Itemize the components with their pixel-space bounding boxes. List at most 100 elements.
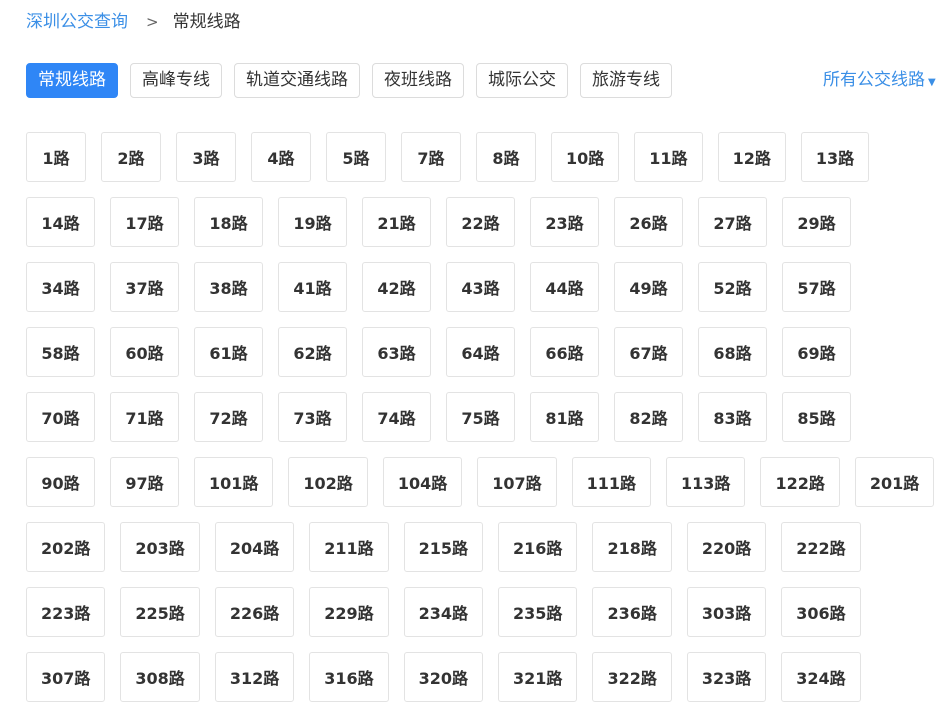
route-button[interactable]: 72路 <box>194 392 263 442</box>
route-button[interactable]: 3路 <box>176 132 236 182</box>
route-button[interactable]: 201路 <box>854 457 935 507</box>
breadcrumb-current: 常规线路 <box>172 12 241 32</box>
route-button[interactable]: 37路 <box>110 262 179 312</box>
route-button[interactable]: 323路 <box>686 652 767 702</box>
route-button[interactable]: 17路 <box>110 197 179 247</box>
route-button[interactable]: 26路 <box>614 197 683 247</box>
route-button[interactable]: 44路 <box>530 262 599 312</box>
chevron-down-icon: ▼ <box>928 77 936 88</box>
tab-tourist-lines[interactable]: 旅游专线 <box>580 63 672 98</box>
route-button[interactable]: 70路 <box>26 392 95 442</box>
route-row: 34路 37路 38路 41路 42路 43路 44路 49路 52路 57路 <box>26 262 936 312</box>
route-button[interactable]: 113路 <box>666 457 746 507</box>
route-button[interactable]: 122路 <box>760 457 840 507</box>
route-button[interactable]: 5路 <box>326 132 386 182</box>
tab-rail-lines[interactable]: 轨道交通线路 <box>234 63 360 98</box>
tab-peak-lines[interactable]: 高峰专线 <box>130 63 222 98</box>
route-button[interactable]: 1路 <box>26 132 86 182</box>
route-button[interactable]: 203路 <box>120 522 200 572</box>
route-button[interactable]: 75路 <box>446 392 515 442</box>
route-button[interactable]: 229路 <box>309 587 389 637</box>
route-button[interactable]: 57路 <box>782 262 851 312</box>
tab-night-lines[interactable]: 夜班线路 <box>372 63 464 98</box>
route-button[interactable]: 83路 <box>698 392 767 442</box>
route-button[interactable]: 303路 <box>686 587 767 637</box>
route-button[interactable]: 67路 <box>614 327 683 377</box>
route-button[interactable]: 4路 <box>251 132 311 182</box>
route-button[interactable]: 38路 <box>194 262 263 312</box>
route-button[interactable]: 222路 <box>781 522 861 572</box>
route-button[interactable]: 69路 <box>782 327 851 377</box>
route-button[interactable]: 312路 <box>214 652 295 702</box>
route-button[interactable]: 41路 <box>278 262 347 312</box>
route-button[interactable]: 58路 <box>26 327 95 377</box>
route-button[interactable]: 13路 <box>800 132 870 182</box>
tab-regular-lines[interactable]: 常规线路 <box>26 63 118 98</box>
route-button[interactable]: 101路 <box>194 457 274 507</box>
route-button[interactable]: 308路 <box>120 652 200 702</box>
route-button[interactable]: 225路 <box>120 587 200 637</box>
route-button[interactable]: 85路 <box>782 392 851 442</box>
route-button[interactable]: 27路 <box>698 197 767 247</box>
route-button[interactable]: 61路 <box>194 327 263 377</box>
route-button[interactable]: 90路 <box>26 457 95 507</box>
route-button[interactable]: 8路 <box>476 132 536 182</box>
route-button[interactable]: 64路 <box>446 327 515 377</box>
route-button[interactable]: 316路 <box>309 652 389 702</box>
route-button[interactable]: 52路 <box>698 262 767 312</box>
route-row: 307路 308路 312路 316路 320路 321路 322路 323路 324路 <box>26 652 936 702</box>
route-button[interactable]: 307路 <box>26 652 106 702</box>
route-button[interactable]: 2路 <box>101 132 161 182</box>
route-button[interactable]: 320路 <box>403 652 484 702</box>
tab-intercity-lines[interactable]: 城际公交 <box>476 63 568 98</box>
route-button[interactable]: 49路 <box>614 262 683 312</box>
route-button[interactable]: 226路 <box>214 587 295 637</box>
route-button[interactable]: 11路 <box>634 132 703 182</box>
route-button[interactable]: 235路 <box>498 587 578 637</box>
route-button[interactable]: 34路 <box>26 262 95 312</box>
route-button[interactable]: 218路 <box>592 522 672 572</box>
route-button[interactable]: 204路 <box>214 522 295 572</box>
route-button[interactable]: 21路 <box>362 197 431 247</box>
route-button[interactable]: 104路 <box>382 457 463 507</box>
route-button[interactable]: 66路 <box>530 327 599 377</box>
breadcrumb-root-link[interactable]: 深圳公交查询 <box>26 10 128 34</box>
route-button[interactable]: 22路 <box>446 197 515 247</box>
route-button[interactable]: 68路 <box>698 327 767 377</box>
route-button[interactable]: 14路 <box>26 197 95 247</box>
route-button[interactable]: 81路 <box>530 392 599 442</box>
route-button[interactable]: 43路 <box>446 262 515 312</box>
route-button[interactable]: 18路 <box>194 197 263 247</box>
route-button[interactable]: 82路 <box>614 392 683 442</box>
route-button[interactable]: 202路 <box>26 522 106 572</box>
route-button[interactable]: 321路 <box>498 652 578 702</box>
all-lines-link[interactable]: 所有公交线路 ▼ <box>823 68 936 95</box>
route-button[interactable]: 62路 <box>278 327 347 377</box>
route-button[interactable]: 71路 <box>110 392 179 442</box>
route-button[interactable]: 211路 <box>309 522 389 572</box>
route-button[interactable]: 29路 <box>782 197 851 247</box>
route-button[interactable]: 107路 <box>477 457 557 507</box>
route-button[interactable]: 306路 <box>781 587 861 637</box>
route-button[interactable]: 216路 <box>498 522 578 572</box>
route-button[interactable]: 234路 <box>403 587 484 637</box>
route-button[interactable]: 223路 <box>26 587 106 637</box>
route-button[interactable]: 215路 <box>403 522 484 572</box>
route-button[interactable]: 74路 <box>362 392 431 442</box>
route-button[interactable]: 111路 <box>571 457 652 507</box>
route-button[interactable]: 324路 <box>781 652 861 702</box>
route-button[interactable]: 322路 <box>592 652 672 702</box>
route-button[interactable]: 220路 <box>686 522 767 572</box>
route-button[interactable]: 63路 <box>362 327 431 377</box>
route-button[interactable]: 19路 <box>278 197 347 247</box>
route-button[interactable]: 60路 <box>110 327 179 377</box>
route-button[interactable]: 10路 <box>551 132 620 182</box>
route-button[interactable]: 12路 <box>717 132 786 182</box>
route-button[interactable]: 97路 <box>110 457 179 507</box>
route-button[interactable]: 42路 <box>362 262 431 312</box>
route-button[interactable]: 236路 <box>592 587 672 637</box>
route-button[interactable]: 7路 <box>401 132 461 182</box>
route-button[interactable]: 73路 <box>278 392 347 442</box>
route-button[interactable]: 23路 <box>530 197 599 247</box>
route-button[interactable]: 102路 <box>288 457 368 507</box>
